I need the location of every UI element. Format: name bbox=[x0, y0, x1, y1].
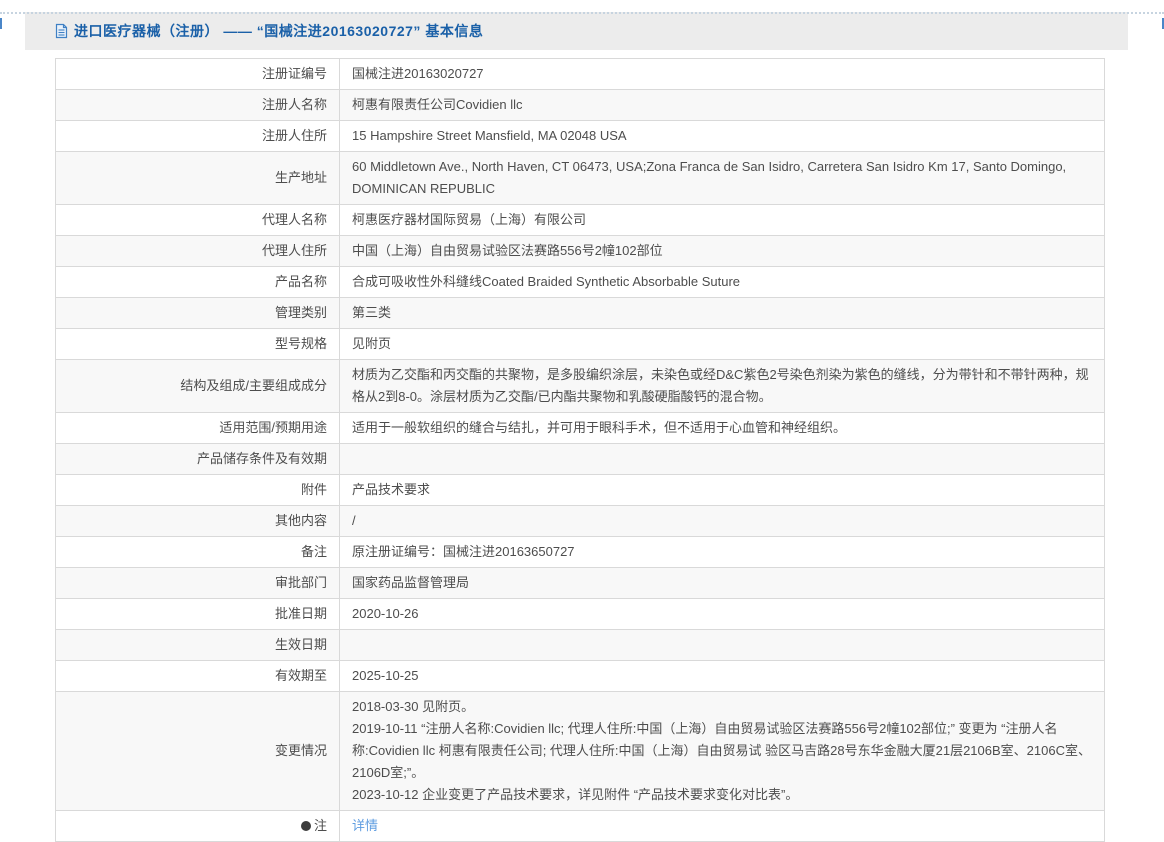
row-label: 注册证编号 bbox=[261, 66, 327, 81]
page-header: 进口医疗器械（注册） —— “国械注进20163020727” 基本信息 bbox=[25, 12, 1128, 50]
left-border-dash bbox=[0, 18, 2, 29]
table-row: 审批部门 国家药品监督管理局 bbox=[55, 567, 1105, 599]
row-value: 见附页 bbox=[339, 328, 1105, 360]
row-label: 产品名称 bbox=[274, 274, 327, 289]
row-value: 国家药品监督管理局 bbox=[339, 567, 1105, 599]
table-row: 生效日期 bbox=[55, 629, 1105, 661]
row-value: 15 Hampshire Street Mansfield, MA 02048 … bbox=[339, 120, 1105, 152]
row-value: 国械注进20163020727 bbox=[339, 58, 1105, 90]
table-row: 批准日期 2020-10-26 bbox=[55, 598, 1105, 630]
row-label: 结构及组成/主要组成成分 bbox=[180, 378, 327, 393]
row-label: 适用范围/预期用途 bbox=[219, 420, 327, 435]
row-label: 注册人名称 bbox=[261, 97, 327, 112]
row-value: 中国（上海）自由贸易试验区法赛路556号2幢102部位 bbox=[339, 235, 1105, 267]
row-value: 2020-10-26 bbox=[339, 598, 1105, 630]
row-label: 注册人住所 bbox=[261, 128, 327, 143]
row-label: 代理人名称 bbox=[261, 212, 327, 227]
document-icon bbox=[55, 23, 68, 39]
row-label: 型号规格 bbox=[274, 336, 327, 351]
registration-info-panel: 注册证编号 国械注进20163020727 注册人名称 柯惠有限责任公司Covi… bbox=[55, 58, 1105, 842]
row-value: 适用于一般软组织的缝合与结扎，并可用于眼科手术，但不适用于心血管和神经组织。 bbox=[339, 412, 1105, 444]
row-value: 60 Middletown Ave., North Haven, CT 0647… bbox=[339, 151, 1105, 205]
row-label: 有效期至 bbox=[274, 668, 327, 683]
table-row: 附件 产品技术要求 bbox=[55, 474, 1105, 506]
row-label: 批准日期 bbox=[274, 606, 327, 621]
table-row: 适用范围/预期用途 适用于一般软组织的缝合与结扎，并可用于眼科手术，但不适用于心… bbox=[55, 412, 1105, 444]
row-value: 材质为乙交酯和丙交酯的共聚物，是多股编织涂层，未染色或经D&C紫色2号染色剂染为… bbox=[339, 359, 1105, 413]
row-label: 变更情况 bbox=[274, 743, 327, 758]
row-value: 第三类 bbox=[339, 297, 1105, 329]
table-row: 注册人名称 柯惠有限责任公司Covidien llc bbox=[55, 89, 1105, 121]
table-row: 变更情况 2018-03-30 见附页。 2019-10-11 “注册人名称:C… bbox=[55, 691, 1105, 811]
row-value bbox=[339, 629, 1105, 661]
table-row: 型号规格 见附页 bbox=[55, 328, 1105, 360]
row-value: 2025-10-25 bbox=[339, 660, 1105, 692]
row-value: 详情 bbox=[339, 810, 1105, 842]
row-label: 代理人住所 bbox=[261, 243, 327, 258]
info-table: 注册证编号 国械注进20163020727 注册人名称 柯惠有限责任公司Covi… bbox=[55, 58, 1105, 842]
row-label: 生产地址 bbox=[274, 170, 327, 185]
row-label: 管理类别 bbox=[274, 305, 327, 320]
table-row: 注 详情 bbox=[55, 810, 1105, 842]
table-row: 有效期至 2025-10-25 bbox=[55, 660, 1105, 692]
row-value: 产品技术要求 bbox=[339, 474, 1105, 506]
row-label: 产品储存条件及有效期 bbox=[196, 451, 327, 466]
row-label: 审批部门 bbox=[274, 575, 327, 590]
row-value: 2018-03-30 见附页。 2019-10-11 “注册人名称:Covidi… bbox=[339, 691, 1105, 811]
row-value: 合成可吸收性外科缝线Coated Braided Synthetic Absor… bbox=[339, 266, 1105, 298]
top-dotted-border bbox=[0, 12, 1164, 14]
table-row: 结构及组成/主要组成成分 材质为乙交酯和丙交酯的共聚物，是多股编织涂层，未染色或… bbox=[55, 359, 1105, 413]
info-table-body: 注册证编号 国械注进20163020727 注册人名称 柯惠有限责任公司Covi… bbox=[55, 58, 1105, 842]
table-row: 代理人名称 柯惠医疗器材国际贸易（上海）有限公司 bbox=[55, 204, 1105, 236]
row-label: 附件 bbox=[300, 482, 327, 497]
table-row: 注册证编号 国械注进20163020727 bbox=[55, 58, 1105, 90]
table-row: 其他内容 / bbox=[55, 505, 1105, 537]
row-value: 柯惠有限责任公司Covidien llc bbox=[339, 89, 1105, 121]
table-row: 产品名称 合成可吸收性外科缝线Coated Braided Synthetic … bbox=[55, 266, 1105, 298]
row-label: 注 bbox=[313, 818, 327, 833]
table-row: 注册人住所 15 Hampshire Street Mansfield, MA … bbox=[55, 120, 1105, 152]
table-row: 管理类别 第三类 bbox=[55, 297, 1105, 329]
row-label: 生效日期 bbox=[274, 637, 327, 652]
note-icon bbox=[300, 821, 311, 831]
table-row: 生产地址 60 Middletown Ave., North Haven, CT… bbox=[55, 151, 1105, 205]
row-value bbox=[339, 443, 1105, 475]
table-row: 代理人住所 中国（上海）自由贸易试验区法赛路556号2幢102部位 bbox=[55, 235, 1105, 267]
detail-link[interactable]: 详情 bbox=[352, 818, 378, 833]
table-row: 产品储存条件及有效期 bbox=[55, 443, 1105, 475]
row-value: 原注册证编号：国械注进20163650727 bbox=[339, 536, 1105, 568]
page-title: 进口医疗器械（注册） —— “国械注进20163020727” 基本信息 bbox=[74, 23, 484, 39]
row-value: / bbox=[339, 505, 1105, 537]
row-label: 其他内容 bbox=[274, 513, 327, 528]
row-label: 备注 bbox=[300, 544, 327, 559]
table-row: 备注 原注册证编号：国械注进20163650727 bbox=[55, 536, 1105, 568]
row-value: 柯惠医疗器材国际贸易（上海）有限公司 bbox=[339, 204, 1105, 236]
